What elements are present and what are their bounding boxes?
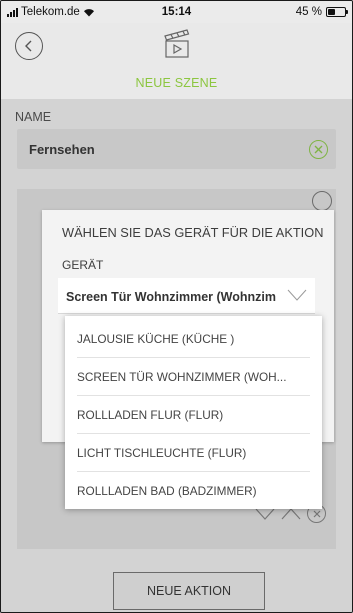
page-title: NEUE SZENE [135, 76, 218, 90]
name-value: Fernsehen [29, 142, 95, 157]
dropdown-option[interactable]: JALOUSIE KÜCHE (KÜCHE ) [77, 320, 310, 358]
close-icon [313, 510, 320, 517]
back-button[interactable] [15, 32, 43, 60]
device-select-value: Screen Tür Wohnzimmer (Wohnzimmer) [66, 290, 276, 304]
dialog-title: WÄHLEN SIE DAS GERÄT FÜR DIE AKTION [62, 225, 324, 240]
status-bar: Telekom.de 15:14 45 % [1, 1, 352, 23]
clear-name-button[interactable] [309, 140, 328, 159]
header: NEUE SZENE [1, 23, 352, 99]
scene-clapperboard-icon [164, 29, 190, 58]
battery-percent: 45 % [295, 6, 322, 18]
status-right: 45 % [295, 6, 348, 18]
battery-icon [326, 7, 348, 17]
name-field[interactable]: Fernsehen [17, 129, 336, 169]
dropdown-option[interactable]: SCREEN TÜR WOHNZIMMER (WOH... [77, 358, 310, 396]
name-label: NAME [15, 110, 52, 124]
chevron-down-icon [287, 289, 307, 301]
device-dropdown: JALOUSIE KÜCHE (KÜCHE ) SCREEN TÜR WOHNZ… [65, 316, 322, 509]
dropdown-option[interactable]: ROLLLADEN BAD (BADZIMMER) [77, 472, 310, 510]
app-screen: Telekom.de 15:14 45 % NEUE SZENE NAME Fe… [0, 0, 353, 613]
battery-level [328, 9, 336, 15]
device-label: GERÄT [62, 258, 104, 272]
close-icon [314, 145, 323, 154]
dropdown-option[interactable]: LICHT TISCHLEUCHTE (FLUR) [77, 434, 310, 472]
dropdown-option[interactable]: ROLLLADEN FLUR (FLUR) [77, 396, 310, 434]
new-action-button[interactable]: NEUE AKTION [113, 572, 265, 610]
remove-action-icon[interactable] [312, 191, 332, 211]
device-select[interactable]: Screen Tür Wohnzimmer (Wohnzimmer) [58, 278, 315, 314]
back-icon [25, 40, 32, 52]
